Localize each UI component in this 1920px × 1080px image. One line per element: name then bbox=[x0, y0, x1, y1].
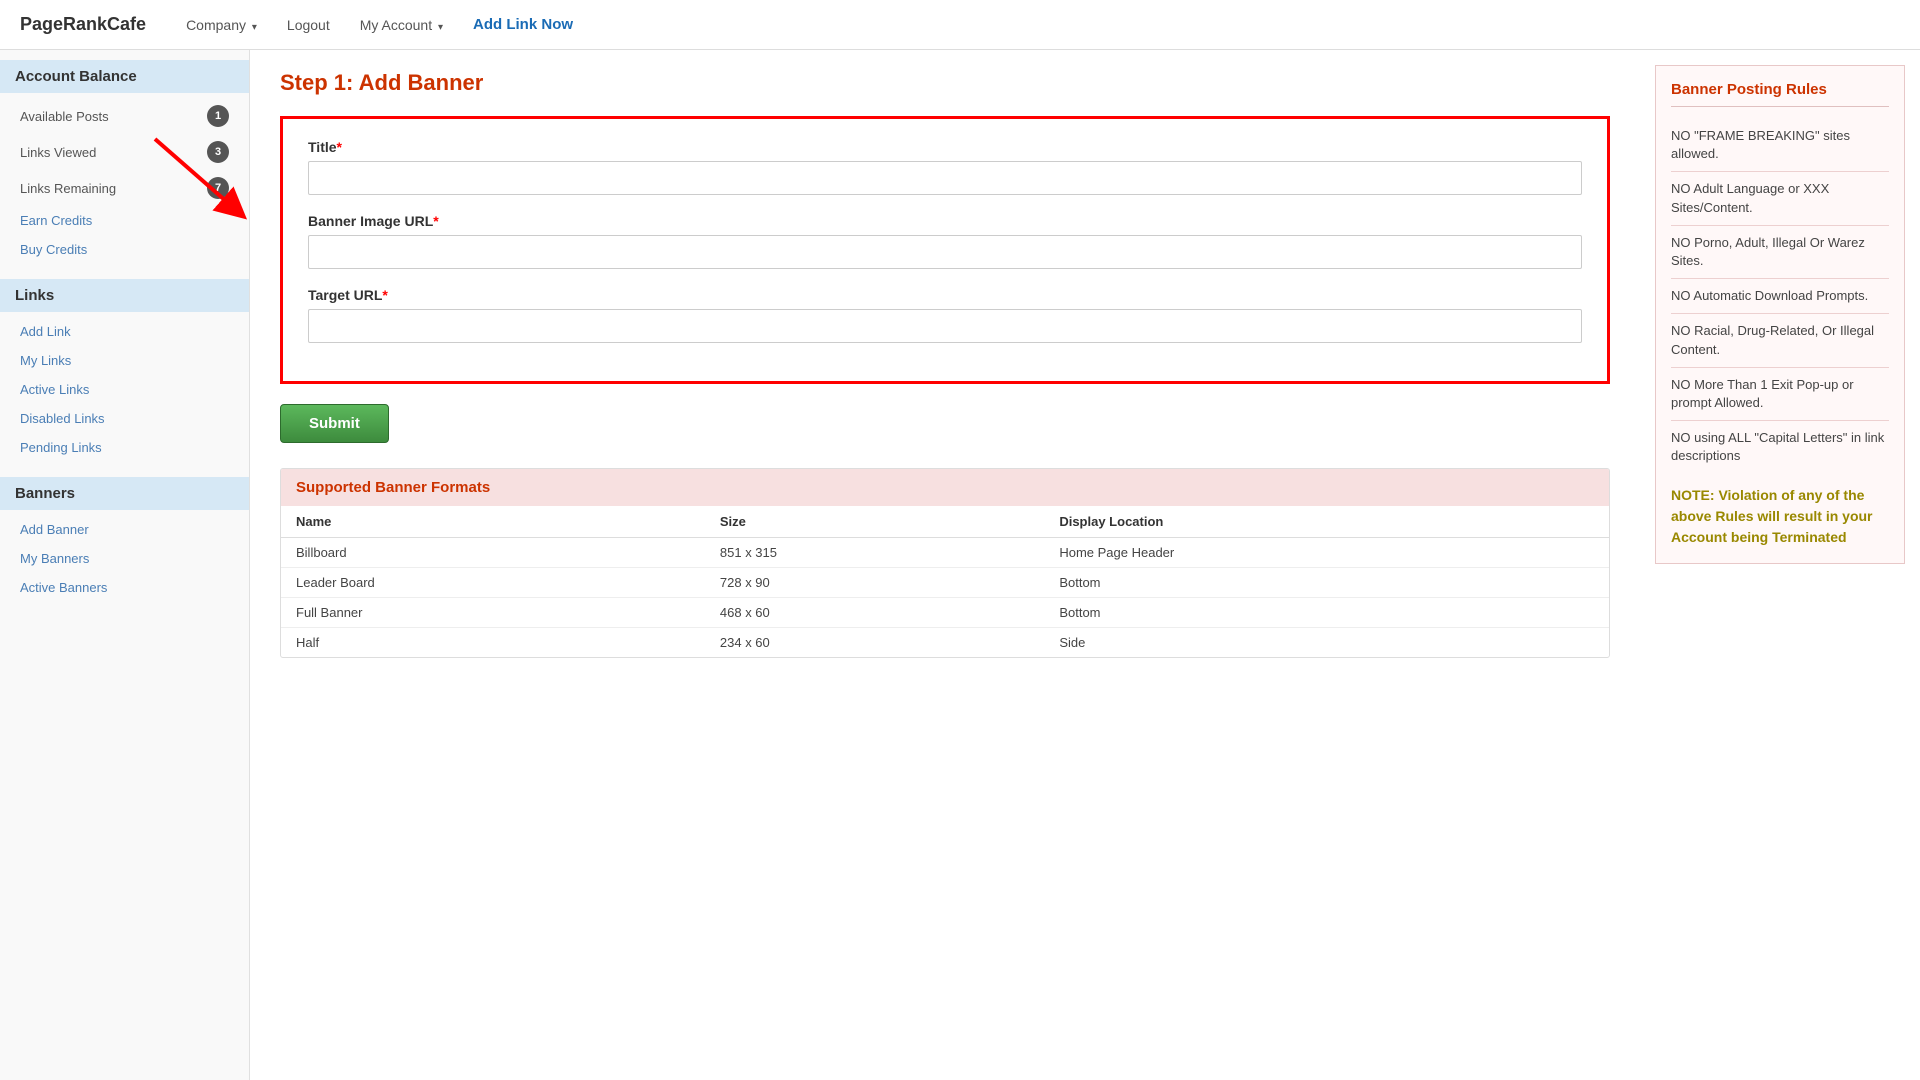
pending-links-link[interactable]: Pending Links bbox=[20, 440, 102, 455]
nav-my-account[interactable]: My Account ▾ bbox=[360, 17, 443, 33]
sidebar-item-links-viewed[interactable]: Links Viewed 3 bbox=[0, 134, 249, 170]
page-title: Step 1: Add Banner bbox=[280, 70, 1610, 96]
add-banner-link[interactable]: Add Banner bbox=[20, 522, 89, 537]
banner-image-url-label: Banner Image URL* bbox=[308, 213, 1582, 229]
cell-location: Bottom bbox=[1044, 598, 1609, 628]
banner-image-url-group: Banner Image URL* bbox=[308, 213, 1582, 269]
rules-box: Banner Posting Rules NO "FRAME BREAKING"… bbox=[1655, 65, 1905, 564]
account-balance-section: Account Balance Available Posts 1 Links … bbox=[0, 60, 249, 264]
cell-location: Side bbox=[1044, 628, 1609, 658]
rule-item: NO using ALL "Capital Letters" in link d… bbox=[1671, 421, 1889, 473]
cell-name: Full Banner bbox=[281, 598, 705, 628]
sidebar-item-buy-credits[interactable]: Buy Credits bbox=[0, 235, 249, 264]
sidebar-item-add-link[interactable]: Add Link bbox=[0, 317, 249, 346]
right-panel: Banner Posting Rules NO "FRAME BREAKING"… bbox=[1640, 50, 1920, 1080]
links-remaining-badge: 7 bbox=[207, 177, 229, 199]
active-links-link[interactable]: Active Links bbox=[20, 382, 89, 397]
table-header-row: Name Size Display Location bbox=[281, 506, 1609, 538]
col-name: Name bbox=[281, 506, 705, 538]
add-link-link[interactable]: Add Link bbox=[20, 324, 71, 339]
nav-add-link[interactable]: Add Link Now bbox=[473, 16, 573, 33]
formats-table-body: Name Size Display Location Billboard 851… bbox=[281, 506, 1609, 657]
sidebar-item-links-remaining[interactable]: Links Remaining 7 bbox=[0, 170, 249, 206]
formats-table-header: Supported Banner Formats bbox=[281, 469, 1609, 506]
sidebar-item-disabled-links[interactable]: Disabled Links bbox=[0, 404, 249, 433]
nav-add-link-link[interactable]: Add Link Now bbox=[473, 16, 573, 33]
nav-logout[interactable]: Logout bbox=[287, 17, 330, 33]
target-url-input[interactable] bbox=[308, 309, 1582, 343]
rule-item: NO Porno, Adult, Illegal Or Warez Sites. bbox=[1671, 226, 1889, 279]
cell-size: 468 x 60 bbox=[705, 598, 1044, 628]
navbar: PageRankCafe Company ▾ Logout My Account… bbox=[0, 0, 1920, 50]
rule-item: NO Adult Language or XXX Sites/Content. bbox=[1671, 172, 1889, 225]
available-posts-badge: 1 bbox=[207, 105, 229, 127]
sidebar-item-active-links[interactable]: Active Links bbox=[0, 375, 249, 404]
links-section: Links Add Link My Links Active Links Dis… bbox=[0, 279, 249, 462]
sidebar-item-available-posts[interactable]: Available Posts 1 bbox=[0, 98, 249, 134]
my-links-link[interactable]: My Links bbox=[20, 353, 71, 368]
rule-item: NO Automatic Download Prompts. bbox=[1671, 279, 1889, 314]
supported-formats-table: Supported Banner Formats Name Size Displ… bbox=[280, 468, 1610, 658]
cell-location: Home Page Header bbox=[1044, 538, 1609, 568]
add-banner-form-box: Title* Banner Image URL* Target URL* bbox=[280, 116, 1610, 384]
cell-name: Billboard bbox=[281, 538, 705, 568]
cell-name: Half bbox=[281, 628, 705, 658]
active-banners-link[interactable]: Active Banners bbox=[20, 580, 107, 595]
rules-note: NOTE: Violation of any of the above Rule… bbox=[1671, 485, 1889, 548]
chevron-down-icon: ▾ bbox=[252, 22, 257, 33]
banners-header: Banners bbox=[0, 477, 249, 510]
brand-logo[interactable]: PageRankCafe bbox=[20, 14, 146, 35]
target-url-label: Target URL* bbox=[308, 287, 1582, 303]
rule-item: NO "FRAME BREAKING" sites allowed. bbox=[1671, 119, 1889, 172]
table-row: Billboard 851 x 315 Home Page Header bbox=[281, 538, 1609, 568]
sidebar-item-my-links[interactable]: My Links bbox=[0, 346, 249, 375]
title-label: Title* bbox=[308, 139, 1582, 155]
nav-logout-link[interactable]: Logout bbox=[287, 17, 330, 33]
sidebar-item-pending-links[interactable]: Pending Links bbox=[0, 433, 249, 462]
cell-size: 234 x 60 bbox=[705, 628, 1044, 658]
nav-items: Company ▾ Logout My Account ▾ Add Link N… bbox=[186, 16, 573, 33]
nav-company-link[interactable]: Company ▾ bbox=[186, 17, 257, 33]
table-row: Half 234 x 60 Side bbox=[281, 628, 1609, 658]
nav-my-account-link[interactable]: My Account ▾ bbox=[360, 17, 443, 33]
rules-list: NO "FRAME BREAKING" sites allowed.NO Adu… bbox=[1671, 119, 1889, 473]
chevron-down-icon: ▾ bbox=[438, 22, 443, 33]
sidebar-item-active-banners[interactable]: Active Banners bbox=[0, 573, 249, 602]
rule-item: NO More Than 1 Exit Pop-up or prompt All… bbox=[1671, 368, 1889, 421]
disabled-links-link[interactable]: Disabled Links bbox=[20, 411, 105, 426]
col-size: Size bbox=[705, 506, 1044, 538]
my-banners-link[interactable]: My Banners bbox=[20, 551, 89, 566]
cell-size: 728 x 90 bbox=[705, 568, 1044, 598]
sidebar-item-add-banner[interactable]: Add Banner bbox=[0, 515, 249, 544]
nav-company[interactable]: Company ▾ bbox=[186, 17, 257, 33]
rules-title: Banner Posting Rules bbox=[1671, 81, 1889, 107]
cell-location: Bottom bbox=[1044, 568, 1609, 598]
account-balance-header: Account Balance bbox=[0, 60, 249, 93]
links-header: Links bbox=[0, 279, 249, 312]
buy-credits-link[interactable]: Buy Credits bbox=[20, 242, 87, 257]
rule-item: NO Racial, Drug-Related, Or Illegal Cont… bbox=[1671, 314, 1889, 367]
links-viewed-badge: 3 bbox=[207, 141, 229, 163]
page-wrapper: Account Balance Available Posts 1 Links … bbox=[0, 50, 1920, 1080]
main-content: Step 1: Add Banner Title* Banner Image U… bbox=[250, 50, 1640, 1080]
cell-name: Leader Board bbox=[281, 568, 705, 598]
sidebar-item-earn-credits[interactable]: Earn Credits bbox=[0, 206, 249, 235]
table-row: Leader Board 728 x 90 Bottom bbox=[281, 568, 1609, 598]
title-input[interactable] bbox=[308, 161, 1582, 195]
col-display-location: Display Location bbox=[1044, 506, 1609, 538]
submit-button[interactable]: Submit bbox=[280, 404, 389, 443]
banner-image-url-input[interactable] bbox=[308, 235, 1582, 269]
sidebar-item-my-banners[interactable]: My Banners bbox=[0, 544, 249, 573]
title-group: Title* bbox=[308, 139, 1582, 195]
target-url-group: Target URL* bbox=[308, 287, 1582, 343]
cell-size: 851 x 315 bbox=[705, 538, 1044, 568]
sidebar: Account Balance Available Posts 1 Links … bbox=[0, 50, 250, 1080]
table-row: Full Banner 468 x 60 Bottom bbox=[281, 598, 1609, 628]
banners-section: Banners Add Banner My Banners Active Ban… bbox=[0, 477, 249, 602]
earn-credits-link[interactable]: Earn Credits bbox=[20, 213, 92, 228]
